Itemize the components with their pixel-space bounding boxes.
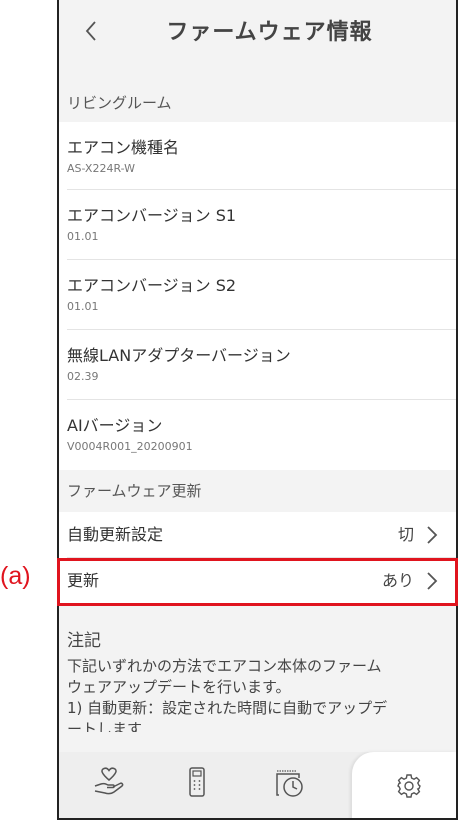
info-row-ai: AIバージョン V0004R001_20200901 [59, 400, 456, 470]
phone-screen: ファームウェア情報 リビングルーム エアコン機種名 AS-X224R-W エアコ… [57, 0, 458, 820]
info-label: エアコン機種名 [67, 138, 180, 157]
tab-remote[interactable] [177, 762, 217, 802]
page-title: ファームウェア情報 [166, 20, 373, 45]
row-value: 切 [397, 525, 414, 544]
info-label: 無線LANアダプターバージョン [67, 346, 291, 365]
info-value: AS-X224R-W [67, 162, 136, 175]
timer-clock-icon [276, 770, 303, 797]
info-value: 02.39 [67, 370, 99, 383]
info-label: エアコンバージョン S2 [67, 276, 237, 295]
note-line: ートします [67, 720, 143, 732]
info-label: AIバージョン [67, 416, 163, 435]
note-line: ウェアアップデートを行います。 [67, 678, 291, 696]
info-row-wlan: 無線LANアダプターバージョン 02.39 [59, 330, 456, 400]
tab-settings[interactable] [389, 766, 429, 806]
callout-highlight-box [57, 558, 458, 606]
bottom-tab-bar [59, 752, 456, 818]
section-header-room: リビングルーム [67, 93, 172, 112]
auto-update-setting-row[interactable]: 自動更新設定 切 [59, 512, 456, 558]
chevron-right-icon [427, 526, 438, 544]
tab-timer[interactable] [269, 762, 309, 802]
info-row-s2: エアコンバージョン S2 01.01 [59, 260, 456, 330]
note-line: 下記いずれかの方法でエアコン本体のファーム [67, 657, 382, 675]
info-row-model: エアコン機種名 AS-X224R-W [59, 122, 456, 190]
callout-label: (a) [0, 562, 31, 590]
app-header: ファームウェア情報 [59, 0, 456, 64]
row-label: 自動更新設定 [67, 525, 164, 544]
info-value: 01.01 [67, 300, 99, 313]
info-label: エアコンバージョン S1 [67, 206, 237, 225]
note-scroll-area[interactable]: 下記いずれかの方法でエアコン本体のファーム ウェアアップデートを行います。 1)… [59, 650, 456, 732]
note-line: 1) 自動更新：設定された時間に自動でアップデ [67, 699, 388, 717]
remote-control-icon [189, 767, 205, 797]
note-body: 下記いずれかの方法でエアコン本体のファーム ウェアアップデートを行います。 1)… [67, 656, 437, 732]
gear-icon [397, 774, 421, 798]
tab-care[interactable] [89, 762, 129, 802]
section-header-update: ファームウェア更新 [67, 481, 202, 500]
info-value: 01.01 [67, 230, 99, 243]
note-title: 注記 [67, 631, 101, 651]
info-value: V0004R001_20200901 [67, 440, 193, 453]
hand-heart-icon [94, 767, 124, 795]
info-row-s1: エアコンバージョン S1 01.01 [59, 190, 456, 260]
